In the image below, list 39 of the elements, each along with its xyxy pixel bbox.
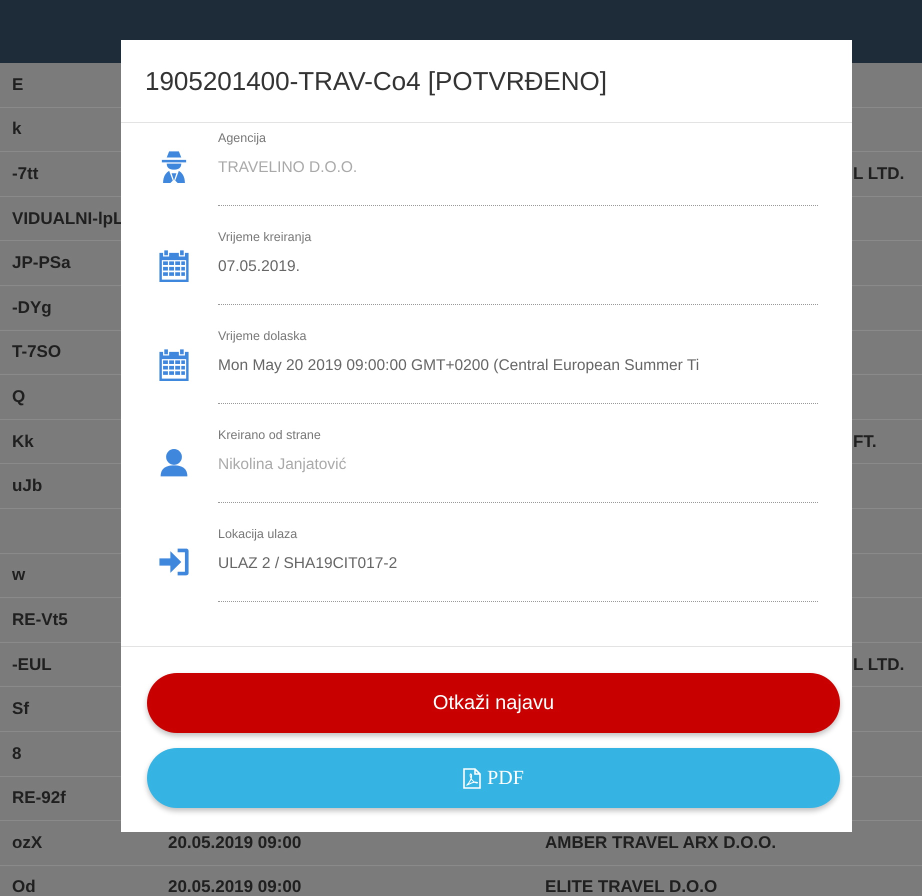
field-label: Vrijeme dolaska [218,329,308,343]
field-value: Nikolina Janjatović [218,456,348,474]
calendar-icon [157,347,191,381]
field-value: ULAZ 2 / SHA19CIT017-2 [218,555,398,573]
field-label: Agencija [218,131,267,145]
field-label: Kreirano od strane [218,428,322,442]
calendar-icon [157,248,191,282]
table-cell-text: 20.05.2019 09:00 [168,832,302,853]
table-cell-text: 8 [11,744,22,764]
table-cell-text: Q [11,386,26,407]
field-label: Lokacija ulaza [218,527,298,541]
field-value: 07.05.2019. [218,258,301,276]
dialog-title: 1905201400-TRAV-Co4 [POTVRĐENO] [145,66,607,96]
pdf-file-icon [463,768,482,788]
table-cell-text: -DYg [11,298,53,318]
table-cell-text: VIDUALNI-lpL [11,208,124,229]
table-cell-text: -7tt [11,164,40,184]
table-cell-text: Od [11,877,37,896]
table-cell-text: FT. [853,432,878,452]
table-cell-text: w [11,565,26,586]
table-cell: AMBER TRAVEL ARX D.O.O. [545,832,776,853]
field-label: Vrijeme kreiranja [218,230,312,244]
table-cell-text: RE-92f [11,788,67,808]
table-cell-text: uJb [11,476,44,496]
table-cell-text: Kk [11,432,35,452]
table-cell: ELITE TRAVEL D.O.O [545,877,718,896]
field-value: Mon May 20 2019 09:00:00 GMT+0200 (Central European Summer Ti [218,357,700,375]
cancel-button[interactable]: Otkaži najavu [147,673,840,733]
table-cell-text: Sf [11,699,30,720]
table-cell-text: T-7SO [11,342,62,362]
field-value: TRAVELINO D.O.O. [218,159,358,177]
table-cell-text: L LTD. [853,164,906,184]
table-cell-text: -EUL [11,654,53,675]
table-cell-text: k [11,119,22,140]
table-cell-text: 20.05.2019 09:00 [168,877,302,896]
table-cell-text: L LTD. [853,654,906,675]
table-cell-text: JP-PSa [11,253,72,274]
table-cell-text: ozX [11,832,44,853]
table-cell-text: RE-Vt5 [11,610,69,630]
